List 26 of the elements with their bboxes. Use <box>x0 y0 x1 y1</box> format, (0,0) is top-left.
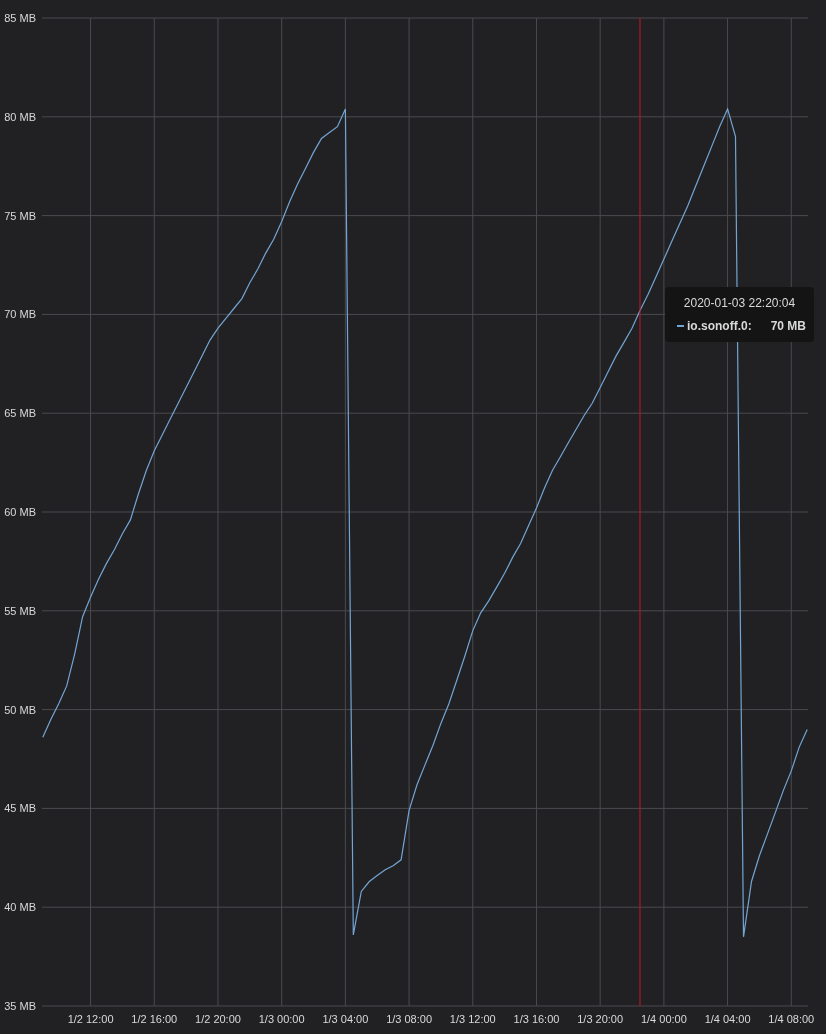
x-axis-label: 1/3 08:00 <box>386 1013 432 1025</box>
x-axis-label: 1/2 12:00 <box>67 1013 114 1025</box>
x-axis-label: 1/4 08:00 <box>768 1013 815 1025</box>
y-axis-label: 50 MB <box>4 703 36 716</box>
y-axis-label: 40 MB <box>4 901 36 914</box>
x-axis-label: 1/2 20:00 <box>195 1013 241 1025</box>
y-axis-label: 35 MB <box>4 1000 36 1012</box>
y-axis-label: 55 MB <box>4 604 36 617</box>
x-axis-label: 1/4 04:00 <box>704 1013 751 1025</box>
x-axis-label: 1/3 16:00 <box>513 1013 560 1025</box>
tooltip-time: 2020-01-03 22:20:04 <box>683 295 796 312</box>
x-axis-label: 1/4 00:00 <box>640 1013 687 1025</box>
y-axis-label: 75 MB <box>4 209 36 222</box>
y-axis-label: 65 MB <box>4 407 36 420</box>
y-axis-label: 80 MB <box>4 110 36 123</box>
y-axis-label: 85 MB <box>4 12 36 24</box>
x-axis-label: 1/3 00:00 <box>258 1013 305 1025</box>
x-axis-label: 1/3 20:00 <box>577 1013 624 1025</box>
y-axis-label: 45 MB <box>4 802 36 815</box>
x-axis-label: 1/3 12:00 <box>449 1013 496 1025</box>
y-axis-label: 60 MB <box>4 506 36 518</box>
y-axis-label: 70 MB <box>4 308 36 321</box>
tooltip-value: 70 MB <box>770 318 806 335</box>
tooltip-series: io.sonoff.0: <box>687 318 752 335</box>
x-axis-label: 1/3 04:00 <box>322 1013 369 1025</box>
x-axis-label: 1/2 16:00 <box>131 1013 178 1025</box>
